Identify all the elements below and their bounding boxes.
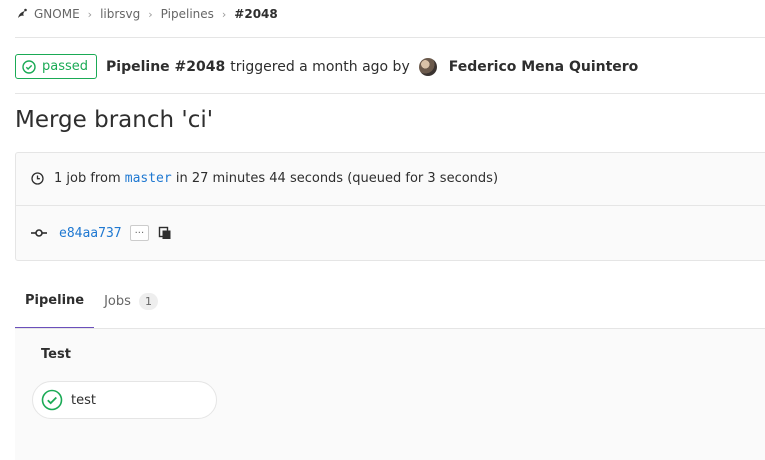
chevron-right-icon: › [148, 7, 153, 21]
breadcrumb: GNOME › librsvg › Pipelines › #2048 [16, 6, 278, 22]
status-success-icon [22, 59, 36, 74]
job-item[interactable]: test [32, 381, 217, 419]
status-label: passed [42, 59, 89, 74]
pipeline-tabs: Pipeline Jobs 1 [15, 285, 168, 329]
gnome-logo-icon [18, 8, 27, 18]
commit-row: e84aa737 ... [31, 225, 172, 241]
divider [15, 37, 765, 38]
expand-commit-message-button[interactable]: ... [129, 225, 150, 241]
tab-jobs[interactable]: Jobs 1 [94, 285, 168, 321]
breadcrumb-librsvg[interactable]: librsvg [100, 7, 140, 21]
breadcrumb-current[interactable]: #2048 [234, 7, 277, 21]
commit-icon [31, 229, 47, 237]
pipeline-header: passed Pipeline #2048 triggered a month … [15, 53, 638, 80]
commit-sha-link[interactable]: e84aa737 [59, 226, 122, 241]
status-success-icon [41, 389, 63, 411]
stage-title: Test [41, 347, 71, 362]
chevron-right-icon: › [87, 7, 93, 21]
status-badge[interactable]: passed [15, 54, 98, 79]
branch-link[interactable]: master [125, 171, 172, 186]
breadcrumb-pipelines[interactable]: Pipelines [161, 7, 214, 21]
job-summary: 1 job from master in 27 minutes 44 secon… [31, 171, 498, 186]
pipeline-graph: Test test [15, 329, 765, 460]
tab-label: Pipeline [25, 293, 85, 308]
pipeline-info-box: 1 job from master in 27 minutes 44 secon… [15, 152, 765, 261]
triggered-text: triggered a month ago by [230, 58, 410, 75]
copy-icon[interactable] [158, 226, 172, 240]
page-title: Merge branch 'ci' [15, 107, 214, 133]
clock-icon [31, 172, 44, 185]
breadcrumb-gnome[interactable]: GNOME [34, 7, 80, 21]
tab-pipeline[interactable]: Pipeline [15, 285, 95, 329]
avatar[interactable] [418, 57, 437, 76]
divider [15, 93, 765, 94]
tab-label: Jobs [104, 294, 131, 309]
pipeline-id: Pipeline #2048 [106, 58, 226, 75]
author-link[interactable]: Federico Mena Quintero [449, 59, 639, 75]
duration-text: in 27 minutes 44 seconds (queued for 3 s… [175, 171, 499, 186]
jobs-count-badge: 1 [139, 293, 159, 310]
chevron-right-icon: › [221, 7, 227, 21]
job-count-text: 1 job from [54, 171, 121, 186]
divider [16, 205, 765, 206]
job-name: test [71, 392, 96, 408]
